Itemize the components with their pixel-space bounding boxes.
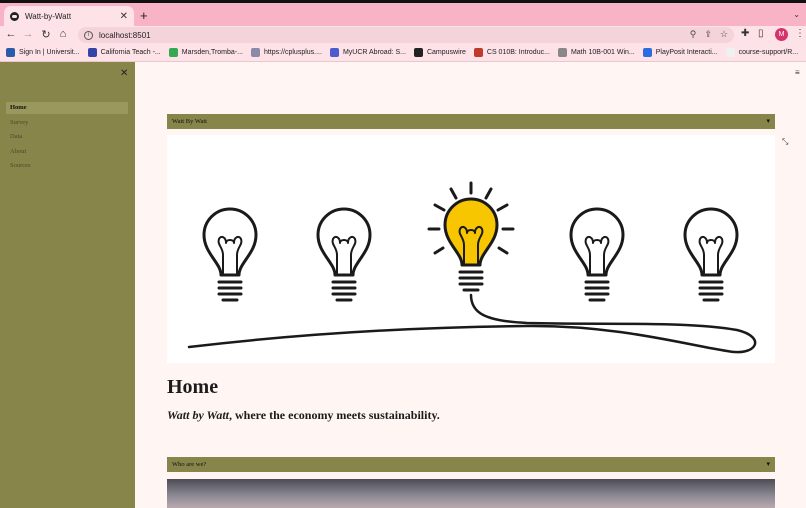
side-panel-icon[interactable]: ▯	[758, 28, 764, 39]
bookmark-label: Sign In | Universit...	[19, 49, 80, 56]
streamlit-favicon-icon	[10, 11, 19, 21]
reload-icon[interactable]: ↻	[39, 28, 53, 41]
bookmark-label: California Teach -...	[100, 49, 161, 56]
bookmark-label: course-support/R...	[738, 49, 799, 56]
bookmarks-bar: Sign In | Universit... California Teach -…	[0, 44, 806, 62]
sidebar-item-survey[interactable]: Survey	[6, 117, 128, 129]
browser-menu-icon[interactable]: ⋮	[795, 28, 805, 39]
bookmark-label: Math 10B-001 Win...	[570, 49, 635, 56]
bookmark-favicon-icon	[557, 48, 567, 57]
main-content: ≡ Watt By Watt ▾ ⤡ Home Watt by Watt, wh…	[135, 62, 806, 508]
address-bar[interactable]: i localhost:8501 ⚲ ⇪ ☆	[78, 27, 734, 43]
expander-who-are-we[interactable]: Who are we? ▾	[167, 457, 775, 472]
chevron-down-icon: ▾	[766, 460, 770, 468]
share-icon[interactable]: ⇪	[704, 29, 712, 40]
site-info-icon[interactable]: i	[84, 30, 93, 40]
sidebar-item-data[interactable]: Data	[6, 131, 128, 143]
bookmark-item[interactable]: MyUCR Abroad: S...	[329, 48, 406, 57]
bookmark-item[interactable]: https://cplusplus....	[250, 48, 322, 57]
lightbulb-icon	[683, 207, 739, 302]
url-text: localhost:8501	[99, 30, 151, 40]
bookmark-star-icon[interactable]: ☆	[720, 29, 728, 40]
profile-avatar[interactable]: M	[775, 28, 788, 41]
bookmark-item[interactable]: Campuswire	[413, 48, 466, 57]
bookmark-label: Marsden,Tromba-...	[181, 49, 243, 56]
back-arrow-icon[interactable]: ←	[4, 28, 18, 40]
bookmark-favicon-icon	[413, 48, 423, 57]
hero-lightbulb-image	[167, 135, 775, 363]
browser-tab[interactable]: Watt-by-Watt ✕	[4, 6, 134, 26]
expander-label: Watt By Watt	[172, 118, 207, 125]
bookmark-item[interactable]: Marsden,Tromba-...	[168, 48, 243, 57]
lightbulb-icon	[202, 207, 258, 302]
bookmark-favicon-icon	[250, 48, 260, 57]
bookmark-item[interactable]: PlayPosit Interacti...	[642, 48, 718, 57]
bookmark-favicon-icon	[87, 48, 97, 57]
sidebar: ✕ Home Survey Data About Sources	[0, 62, 135, 508]
bookmark-favicon-icon	[6, 48, 15, 57]
bookmark-item[interactable]: CS 010B: Introduc...	[473, 48, 550, 57]
browser-toolbar: ← → ↻ ⌂ i localhost:8501 ⚲ ⇪ ☆ ✚ ▯ M ⋮	[0, 26, 806, 44]
lightbulb-icon	[316, 207, 372, 302]
bookmark-label: Campuswire	[426, 49, 466, 56]
bookmark-item[interactable]: California Teach -...	[87, 48, 161, 57]
bookmark-favicon-icon	[642, 48, 652, 57]
tab-strip: Watt-by-Watt ✕ + ⌄	[0, 3, 806, 26]
sidebar-item-home[interactable]: Home	[6, 102, 128, 114]
bookmark-label: CS 010B: Introduc...	[486, 49, 550, 56]
lightbulb-icon	[569, 207, 625, 302]
bookmark-favicon-icon	[473, 48, 483, 57]
bookmark-favicon-icon	[725, 48, 735, 57]
bookmark-item[interactable]: Sign In | Universit...	[6, 48, 80, 57]
bookmark-favicon-icon	[168, 48, 178, 57]
bookmark-item[interactable]: Math 10B-001 Win...	[557, 48, 635, 57]
forward-arrow-icon[interactable]: →	[21, 28, 35, 40]
bookmark-label: PlayPosit Interacti...	[655, 49, 718, 56]
fullscreen-expand-icon[interactable]: ⤡	[782, 137, 788, 147]
tagline-text: , where the economy meets sustainability…	[229, 408, 440, 422]
extensions-puzzle-icon[interactable]: ✚	[741, 28, 749, 39]
sidebar-close-icon[interactable]: ✕	[120, 68, 128, 79]
bookmark-label: https://cplusplus....	[263, 49, 322, 56]
tab-title: Watt-by-Watt	[25, 11, 72, 21]
tab-close-icon[interactable]: ✕	[120, 11, 128, 22]
tagline-emphasis: Watt by Watt	[167, 408, 230, 422]
expander-watt-by-watt[interactable]: Watt By Watt ▾	[167, 114, 775, 129]
lit-lightbulb-icon	[427, 181, 515, 292]
bookmark-favicon-icon	[329, 48, 339, 57]
expander-label: Who are we?	[172, 461, 207, 468]
home-icon[interactable]: ⌂	[56, 28, 70, 40]
zoom-search-icon[interactable]: ⚲	[690, 29, 697, 40]
sidebar-item-about[interactable]: About	[6, 146, 128, 158]
page-title: Home	[167, 376, 219, 398]
sky-photo-image	[167, 479, 775, 508]
page-tagline: Watt by Watt, where the economy meets su…	[167, 408, 440, 423]
bookmark-item[interactable]: course-support/R...	[725, 48, 799, 57]
lightbulbs-illustration	[187, 181, 757, 354]
chevron-down-icon: ▾	[766, 117, 770, 125]
tab-search-chevron-icon[interactable]: ⌄	[793, 10, 800, 19]
new-tab-button[interactable]: +	[140, 8, 148, 23]
bookmark-label: MyUCR Abroad: S...	[342, 49, 406, 56]
hamburger-menu-icon[interactable]: ≡	[795, 68, 800, 77]
sidebar-item-sources[interactable]: Sources	[6, 160, 128, 172]
